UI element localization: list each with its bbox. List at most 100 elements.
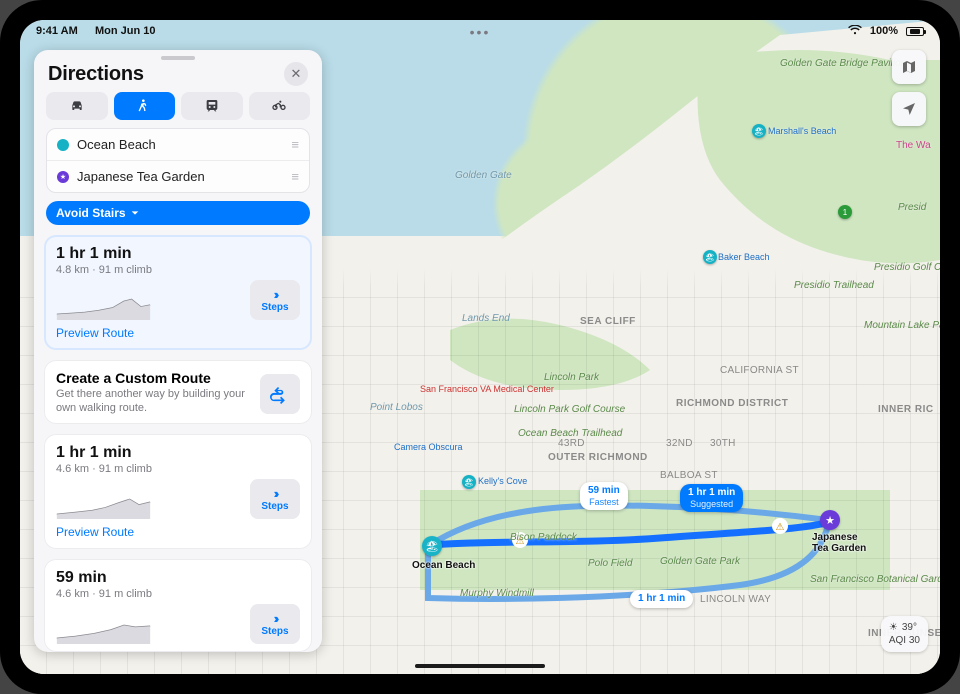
stop-from-label: Ocean Beach [77, 137, 156, 152]
label-richmond: RICHMOND DISTRICT [676, 398, 788, 409]
steps-label: Steps [261, 626, 288, 637]
route-time: 1 hr 1 min [56, 444, 300, 462]
route-time: 1 hr 1 min [56, 245, 300, 263]
label-kellys: Kelly's Cove [478, 476, 527, 486]
route-chip-fastest[interactable]: 59 min Fastest [580, 482, 628, 510]
route-chip-label: Fastest [589, 497, 619, 507]
map-controls [892, 50, 926, 126]
elevation-sparkline [56, 616, 151, 644]
directions-panel: Directions ✕ [34, 50, 322, 652]
preview-route-link[interactable]: Preview Route [56, 326, 134, 340]
weather-temp: 39° [902, 622, 917, 633]
label-baker-beach: Baker Beach [718, 252, 770, 262]
double-chevron-icon: ›› [274, 486, 277, 501]
label-golden-gate: Golden Gate [455, 170, 512, 181]
label-presidio-golf: Presidio Golf C [874, 262, 940, 273]
tracking-button[interactable] [892, 92, 926, 126]
stop-dot-start-icon [57, 139, 69, 151]
label-lincoln-gc: Lincoln Park Golf Course [514, 404, 625, 415]
close-button[interactable]: ✕ [284, 62, 308, 86]
pin-start[interactable]: 🏖 [422, 536, 442, 556]
label-the-wa: The Wa [896, 140, 931, 151]
route-chip-suggested[interactable]: 1 hr 1 min Suggested [680, 484, 743, 512]
pin-end[interactable]: ★ [820, 510, 840, 530]
mode-transit[interactable] [181, 92, 243, 120]
label-murphy: Murphy Windmill [460, 588, 534, 599]
label-sfva: San Francisco VA Medical Center [420, 384, 510, 394]
reorder-icon[interactable]: ≡ [291, 169, 299, 184]
pin-trailhead[interactable]: 1 [838, 205, 852, 219]
car-icon [69, 98, 85, 114]
status-right: 100% [846, 25, 926, 38]
stop-dot-end-icon [57, 171, 69, 183]
wifi-icon [848, 25, 862, 38]
panel-grabber[interactable] [161, 56, 195, 60]
battery-pct: 100% [870, 25, 898, 37]
route-chip-alt[interactable]: 1 hr 1 min [630, 590, 693, 608]
label-bison: Bison Paddock [510, 532, 577, 543]
avoid-options-pill[interactable]: Avoid Stairs [46, 201, 310, 225]
label-marshalls: Marshall's Beach [768, 126, 836, 136]
custom-route-card[interactable]: Create a Custom Route Get there another … [44, 360, 312, 424]
label-balboa: BALBOA ST [660, 470, 718, 481]
pin-baker-beach[interactable]: 🏖 [703, 250, 717, 264]
route-chip-time: 1 hr 1 min [638, 593, 685, 605]
ipad-frame: 9:41 AM Mon Jun 10 100% ••• [0, 0, 960, 694]
pin-marshalls-beach[interactable]: 🏖 [752, 124, 766, 138]
label-sea-cliff: SEA CLIFF [580, 316, 636, 327]
custom-route-icon [260, 374, 300, 414]
label-inner-ric: INNER RIC [878, 404, 934, 415]
steps-label: Steps [261, 302, 288, 313]
status-date: Mon Jun 10 [95, 25, 156, 37]
weather-aqi: AQI 30 [889, 635, 920, 646]
label-30th: 30TH [710, 438, 736, 449]
map-icon [901, 59, 917, 75]
route-detail: 4.6 km · 91 m climb [56, 463, 300, 475]
label-point-lobos: Point Lobos [370, 402, 423, 413]
custom-route-subtitle: Get there another way by building your o… [56, 388, 246, 416]
elevation-sparkline [56, 491, 151, 519]
label-lincoln-park: Lincoln Park [544, 372, 599, 383]
steps-button[interactable]: ›› Steps [250, 604, 300, 644]
sun-icon: ☀︎ [889, 622, 898, 633]
label-start: Ocean Beach [412, 560, 475, 571]
reorder-icon[interactable]: ≡ [291, 137, 299, 152]
panel-title: Directions [48, 63, 144, 86]
screen: 9:41 AM Mon Jun 10 100% ••• [20, 20, 940, 674]
stop-to-label: Japanese Tea Garden [77, 169, 205, 184]
route-chip-time: 1 hr 1 min [688, 487, 735, 499]
steps-button[interactable]: ›› Steps [250, 479, 300, 519]
route-stops: Ocean Beach ≡ Japanese Tea Garden ≡ [46, 128, 310, 193]
chevron-down-icon [130, 208, 140, 218]
preview-route-link[interactable]: Preview Route [56, 525, 134, 539]
stop-from[interactable]: Ocean Beach ≡ [47, 129, 309, 160]
label-sfbg: San Francisco Botanical Garden [810, 574, 910, 585]
label-camera: Camera Obscura [394, 442, 463, 452]
status-left: 9:41 AM Mon Jun 10 [34, 25, 157, 37]
elevation-sparkline [56, 292, 151, 320]
transit-icon [204, 98, 220, 114]
label-end: Japanese Tea Garden [812, 532, 866, 554]
mode-drive[interactable] [46, 92, 108, 120]
mode-cycle[interactable] [249, 92, 311, 120]
location-arrow-icon [901, 101, 917, 117]
close-icon: ✕ [291, 66, 302, 82]
home-indicator[interactable] [415, 664, 545, 668]
route-option-1[interactable]: 1 hr 1 min 4.8 km · 91 m climb ›› Steps … [44, 235, 312, 350]
route-option-2[interactable]: 1 hr 1 min 4.6 km · 91 m climb ›› Steps … [44, 434, 312, 549]
steps-button[interactable]: ›› Steps [250, 280, 300, 320]
label-california: CALIFORNIA ST [720, 365, 799, 376]
steps-label: Steps [261, 501, 288, 512]
label-presid: Presid [898, 202, 926, 213]
weather-badge[interactable]: ☀︎ 39° AQI 30 [881, 616, 928, 652]
label-mtn-lake: Mountain Lake Park [864, 320, 940, 331]
label-32nd: 32ND [666, 438, 693, 449]
mode-walk[interactable] [114, 92, 176, 120]
map-mode-button[interactable] [892, 50, 926, 84]
multitask-indicator[interactable]: ••• [470, 24, 491, 40]
pin-kellys-cove[interactable]: 🏖 [462, 475, 476, 489]
label-lands-end: Lands End [462, 313, 510, 324]
route-option-3[interactable]: 59 min 4.6 km · 91 m climb ›› Steps [44, 559, 312, 652]
stop-to[interactable]: Japanese Tea Garden ≡ [47, 160, 309, 192]
route-time: 59 min [56, 569, 300, 587]
